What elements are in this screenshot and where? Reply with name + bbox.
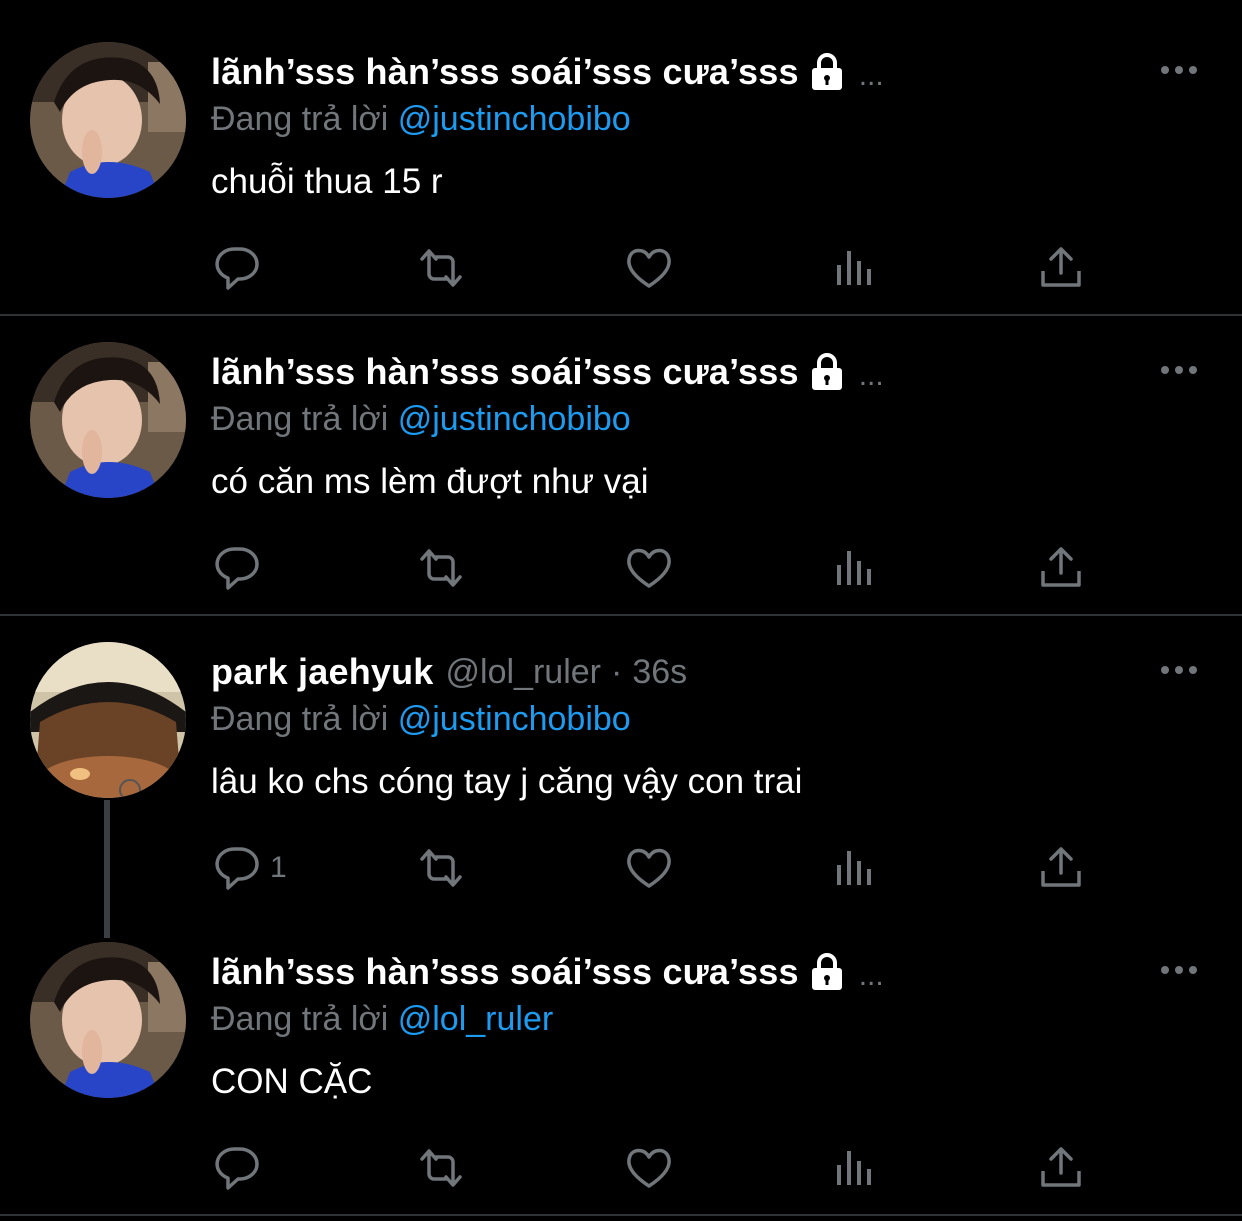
reply-icon	[212, 1143, 262, 1193]
views-button[interactable]	[830, 540, 880, 596]
lock-icon	[809, 352, 845, 392]
tweet-text: chuỗi thua 15 r	[211, 162, 443, 201]
replying-prefix: Đang trả lời	[211, 1000, 389, 1038]
share-button[interactable]	[1036, 540, 1086, 596]
mention-link[interactable]: @justinchobibo	[398, 700, 631, 738]
heart-icon	[624, 543, 674, 593]
tweet-text: lâu ko chs cóng tay j căng vậy con trai	[211, 762, 803, 801]
replying-prefix: Đang trả lời	[211, 400, 389, 438]
views-button[interactable]	[830, 1140, 880, 1196]
like-button[interactable]	[624, 840, 674, 896]
heart-icon	[624, 243, 674, 293]
retweet-icon	[416, 543, 466, 593]
tweet-item[interactable]: lãnh’sss hàn’sss soái’sss cưa’sss ... Đa…	[0, 300, 1242, 600]
replying-prefix: Đang trả lời	[211, 700, 389, 738]
views-icon	[830, 1143, 880, 1193]
retweet-icon	[416, 243, 466, 293]
tweet-text: CON CẶC	[211, 1062, 373, 1101]
more-icon[interactable]	[1159, 358, 1199, 382]
share-icon	[1036, 243, 1086, 293]
reply-button[interactable]	[212, 1140, 262, 1196]
retweet-button[interactable]	[416, 1140, 466, 1196]
mention-link[interactable]: @lol_ruler	[398, 1000, 553, 1038]
share-icon	[1036, 543, 1086, 593]
name-truncation: ...	[858, 359, 884, 392]
display-name[interactable]: lãnh’sss hàn’sss soái’sss cưa’sss	[211, 51, 799, 93]
avatar[interactable]	[30, 642, 186, 798]
heart-icon	[624, 843, 674, 893]
views-button[interactable]	[830, 240, 880, 296]
replying-prefix: Đang trả lời	[211, 100, 389, 138]
reply-icon	[212, 543, 262, 593]
tweet-actions	[0, 240, 1242, 296]
more-icon[interactable]	[1159, 658, 1199, 682]
meta-separator: ·	[610, 652, 623, 691]
mention-link[interactable]: @justinchobibo	[398, 100, 631, 138]
more-icon[interactable]	[1159, 58, 1199, 82]
share-icon	[1036, 1143, 1086, 1193]
tweet-divider	[0, 1214, 1242, 1216]
tweet-item[interactable]: park jaehyuk @lol_ruler · 36s Đang trả l…	[0, 600, 1242, 900]
display-name[interactable]: park jaehyuk	[211, 651, 434, 693]
share-button[interactable]	[1036, 1140, 1086, 1196]
avatar[interactable]	[30, 942, 186, 1098]
retweet-button[interactable]	[416, 840, 466, 896]
like-button[interactable]	[624, 1140, 674, 1196]
reply-icon	[212, 843, 262, 893]
share-button[interactable]	[1036, 840, 1086, 896]
like-button[interactable]	[624, 540, 674, 596]
reply-button[interactable]: 1	[212, 840, 287, 896]
replying-to: Đang trả lời @justinchobibo	[211, 700, 631, 739]
tweet-item[interactable]: lãnh’sss hàn’sss soái’sss cưa’sss ... Đa…	[0, 0, 1242, 300]
display-name[interactable]: lãnh’sss hàn’sss soái’sss cưa’sss	[211, 951, 799, 993]
reply-count: 1	[270, 851, 287, 884]
heart-icon	[624, 1143, 674, 1193]
retweet-icon	[416, 843, 466, 893]
more-icon[interactable]	[1159, 958, 1199, 982]
avatar[interactable]	[30, 42, 186, 198]
lock-icon	[809, 952, 845, 992]
mention-link[interactable]: @justinchobibo	[398, 400, 631, 438]
retweet-button[interactable]	[416, 540, 466, 596]
reply-button[interactable]	[212, 240, 262, 296]
reply-button[interactable]	[212, 540, 262, 596]
tweet-feed: lãnh’sss hàn’sss soái’sss cưa’sss ... Đa…	[0, 0, 1242, 1221]
user-handle[interactable]: @lol_ruler	[446, 653, 601, 692]
tweet-actions	[0, 1140, 1242, 1196]
display-name[interactable]: lãnh’sss hàn’sss soái’sss cưa’sss	[211, 351, 799, 393]
timestamp[interactable]: 36s	[632, 653, 687, 692]
like-button[interactable]	[624, 240, 674, 296]
tweet-actions: 1	[0, 840, 1242, 896]
views-icon	[830, 243, 880, 293]
replying-to: Đang trả lời @justinchobibo	[211, 100, 631, 139]
name-truncation: ...	[858, 959, 884, 992]
tweet-text: có căn ms lèm đượt như vại	[211, 462, 649, 501]
views-icon	[830, 843, 880, 893]
reply-icon	[212, 243, 262, 293]
lock-icon	[809, 52, 845, 92]
tweet-actions	[0, 540, 1242, 596]
replying-to: Đang trả lời @justinchobibo	[211, 400, 631, 439]
share-icon	[1036, 843, 1086, 893]
retweet-button[interactable]	[416, 240, 466, 296]
replying-to: Đang trả lời @lol_ruler	[211, 1000, 553, 1039]
tweet-item[interactable]: lãnh’sss hàn’sss soái’sss cưa’sss ... Đa…	[0, 900, 1242, 1200]
views-button[interactable]	[830, 840, 880, 896]
name-truncation: ...	[858, 59, 884, 92]
views-icon	[830, 543, 880, 593]
retweet-icon	[416, 1143, 466, 1193]
share-button[interactable]	[1036, 240, 1086, 296]
avatar[interactable]	[30, 342, 186, 498]
